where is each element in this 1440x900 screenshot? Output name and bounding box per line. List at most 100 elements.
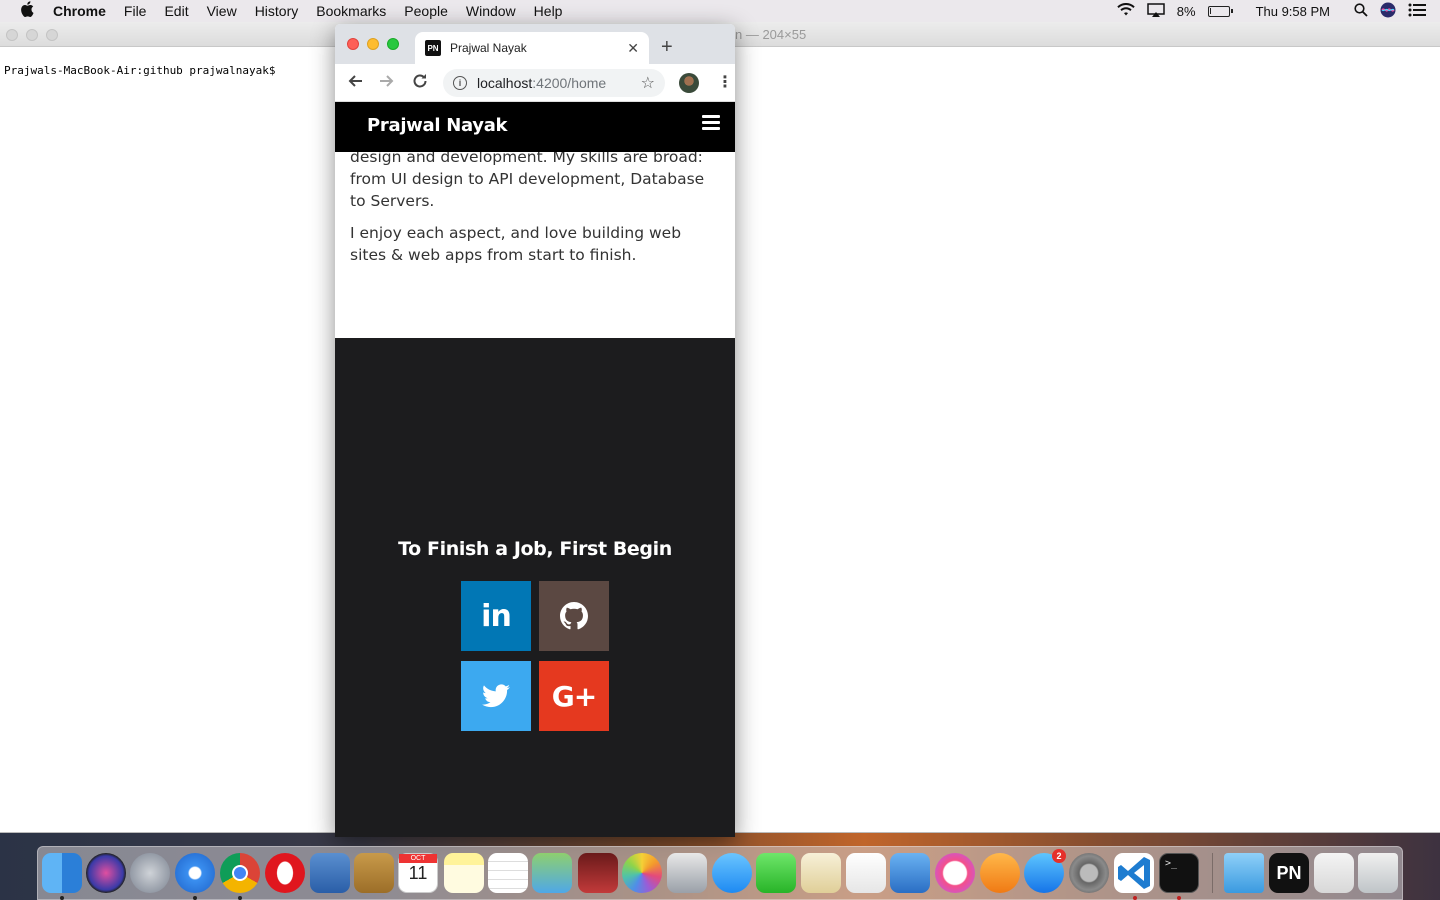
calendar-day: 11 xyxy=(408,863,428,883)
applications-folder-icon[interactable] xyxy=(1224,853,1264,893)
google-plus-link[interactable]: G+ xyxy=(539,661,609,731)
apple-menu-icon[interactable] xyxy=(10,0,44,22)
pn-document-icon[interactable]: PN xyxy=(1269,853,1309,893)
dock: OCT 11 2 >_ PN xyxy=(37,846,1403,900)
terminal-app-icon[interactable]: >_ xyxy=(1159,853,1199,893)
new-tab-button[interactable]: + xyxy=(661,36,673,59)
calendar-icon[interactable]: OCT 11 xyxy=(398,853,438,893)
window-zoom-button[interactable] xyxy=(387,38,399,50)
running-indicator xyxy=(1133,896,1137,900)
siri-icon[interactable] xyxy=(1380,2,1396,21)
messages-icon[interactable] xyxy=(712,853,752,893)
running-indicator xyxy=(238,896,242,900)
web-page: Prajwal Nayak design and development. My… xyxy=(335,102,735,837)
safari-icon[interactable] xyxy=(175,853,215,893)
keynote-icon[interactable] xyxy=(890,853,930,893)
wifi-icon[interactable] xyxy=(1117,2,1135,19)
profile-avatar[interactable] xyxy=(679,73,699,93)
finder-icon[interactable] xyxy=(42,853,82,893)
tab-close-icon[interactable]: ✕ xyxy=(627,40,639,57)
site-footer: To Finish a Job, First Begin in G+ xyxy=(335,338,735,837)
clock[interactable]: Thu 9:58 PM xyxy=(1256,4,1330,19)
calendar-month: OCT xyxy=(399,854,437,863)
numbers-icon[interactable] xyxy=(846,853,886,893)
about-paragraph: I enjoy each aspect, and love building w… xyxy=(350,224,682,264)
ibooks-icon[interactable] xyxy=(980,853,1020,893)
itunes-icon[interactable] xyxy=(935,853,975,893)
back-button[interactable] xyxy=(347,73,363,94)
dock-separator xyxy=(1212,853,1213,893)
menu-file[interactable]: File xyxy=(115,3,156,19)
tab-title: Prajwal Nayak xyxy=(450,41,527,55)
terminal-prompt[interactable]: Prajwals-MacBook-Air:github prajwalnayak… xyxy=(4,64,276,77)
maps-icon[interactable] xyxy=(532,853,572,893)
menu-edit[interactable]: Edit xyxy=(155,3,197,19)
menu-history[interactable]: History xyxy=(246,3,308,19)
address-bar[interactable]: i localhost:4200/home ☆ xyxy=(443,69,665,97)
image-capture-icon[interactable] xyxy=(667,853,707,893)
terminal-zoom-button[interactable] xyxy=(46,29,58,41)
tab-strip: PN Prajwal Nayak ✕ + xyxy=(335,24,735,64)
chrome-window: PN Prajwal Nayak ✕ + i localhost:4200/ho… xyxy=(335,24,735,837)
running-indicator xyxy=(60,896,64,900)
menu-window[interactable]: Window xyxy=(457,3,525,19)
spotlight-search-icon[interactable] xyxy=(1354,2,1368,20)
siri-app-icon[interactable] xyxy=(86,853,126,893)
chrome-app-icon[interactable] xyxy=(220,853,260,893)
reminders-icon[interactable] xyxy=(488,853,528,893)
reload-button[interactable] xyxy=(412,73,428,94)
vscode-icon[interactable] xyxy=(1114,853,1154,893)
menu-people[interactable]: People xyxy=(395,3,457,19)
pages-icon[interactable] xyxy=(801,853,841,893)
vscode-glyph xyxy=(1118,857,1150,889)
facetime-icon[interactable] xyxy=(756,853,796,893)
battery-percent[interactable]: 8% xyxy=(1177,4,1196,19)
preview-icon[interactable] xyxy=(310,853,350,893)
browser-toolbar: i localhost:4200/home ☆ ⋮ xyxy=(335,64,735,102)
menu-view[interactable]: View xyxy=(198,3,246,19)
window-close-button[interactable] xyxy=(347,38,359,50)
menu-app-name[interactable]: Chrome xyxy=(44,3,115,19)
app-store-badge: 2 xyxy=(1052,849,1066,863)
system-preferences-icon[interactable] xyxy=(1069,853,1109,893)
twitter-link[interactable] xyxy=(461,661,531,731)
running-indicator xyxy=(1177,896,1181,900)
footer-tagline: To Finish a Job, First Begin xyxy=(398,538,672,560)
terminal-close-button[interactable] xyxy=(6,29,18,41)
downloads-stack-icon[interactable] xyxy=(1314,853,1354,893)
notes-icon[interactable] xyxy=(444,853,484,893)
notification-center-icon[interactable] xyxy=(1408,3,1426,20)
about-paragraph: design and development. My skills are br… xyxy=(350,148,705,210)
url-path: :4200/home xyxy=(532,75,607,91)
site-brand[interactable]: Prajwal Nayak xyxy=(367,115,508,136)
running-indicator xyxy=(193,896,197,900)
contacts-icon[interactable] xyxy=(354,853,394,893)
window-minimize-button[interactable] xyxy=(367,38,379,50)
github-link[interactable] xyxy=(539,581,609,651)
airplay-icon[interactable] xyxy=(1147,2,1165,20)
site-info-icon[interactable]: i xyxy=(453,76,467,90)
battery-icon[interactable] xyxy=(1207,5,1233,17)
trash-icon[interactable] xyxy=(1358,853,1398,893)
chrome-menu-icon[interactable]: ⋮ xyxy=(717,72,733,92)
opera-icon[interactable] xyxy=(265,853,305,893)
hamburger-menu-icon[interactable] xyxy=(702,115,720,133)
photo-booth-icon[interactable] xyxy=(578,853,618,893)
terminal-minimize-button[interactable] xyxy=(26,29,38,41)
linkedin-link[interactable]: in xyxy=(461,581,531,651)
forward-button[interactable] xyxy=(379,73,395,94)
battery-fill xyxy=(1209,7,1211,14)
bookmark-star-icon[interactable]: ☆ xyxy=(641,73,655,93)
github-icon xyxy=(560,602,588,630)
menubar: Chrome File Edit View History Bookmarks … xyxy=(0,0,1440,22)
twitter-icon xyxy=(482,684,510,708)
photos-icon[interactable] xyxy=(622,853,662,893)
menu-help[interactable]: Help xyxy=(525,3,572,19)
linkedin-icon: in xyxy=(481,598,512,634)
menu-bookmarks[interactable]: Bookmarks xyxy=(307,3,395,19)
terminal-title: n — 204×55 xyxy=(735,27,807,42)
tab-prajwal-nayak[interactable]: PN Prajwal Nayak ✕ xyxy=(415,32,649,64)
terminal-glyph: >_ xyxy=(1165,858,1178,869)
google-plus-icon: G+ xyxy=(551,679,597,713)
launchpad-icon[interactable] xyxy=(130,853,170,893)
